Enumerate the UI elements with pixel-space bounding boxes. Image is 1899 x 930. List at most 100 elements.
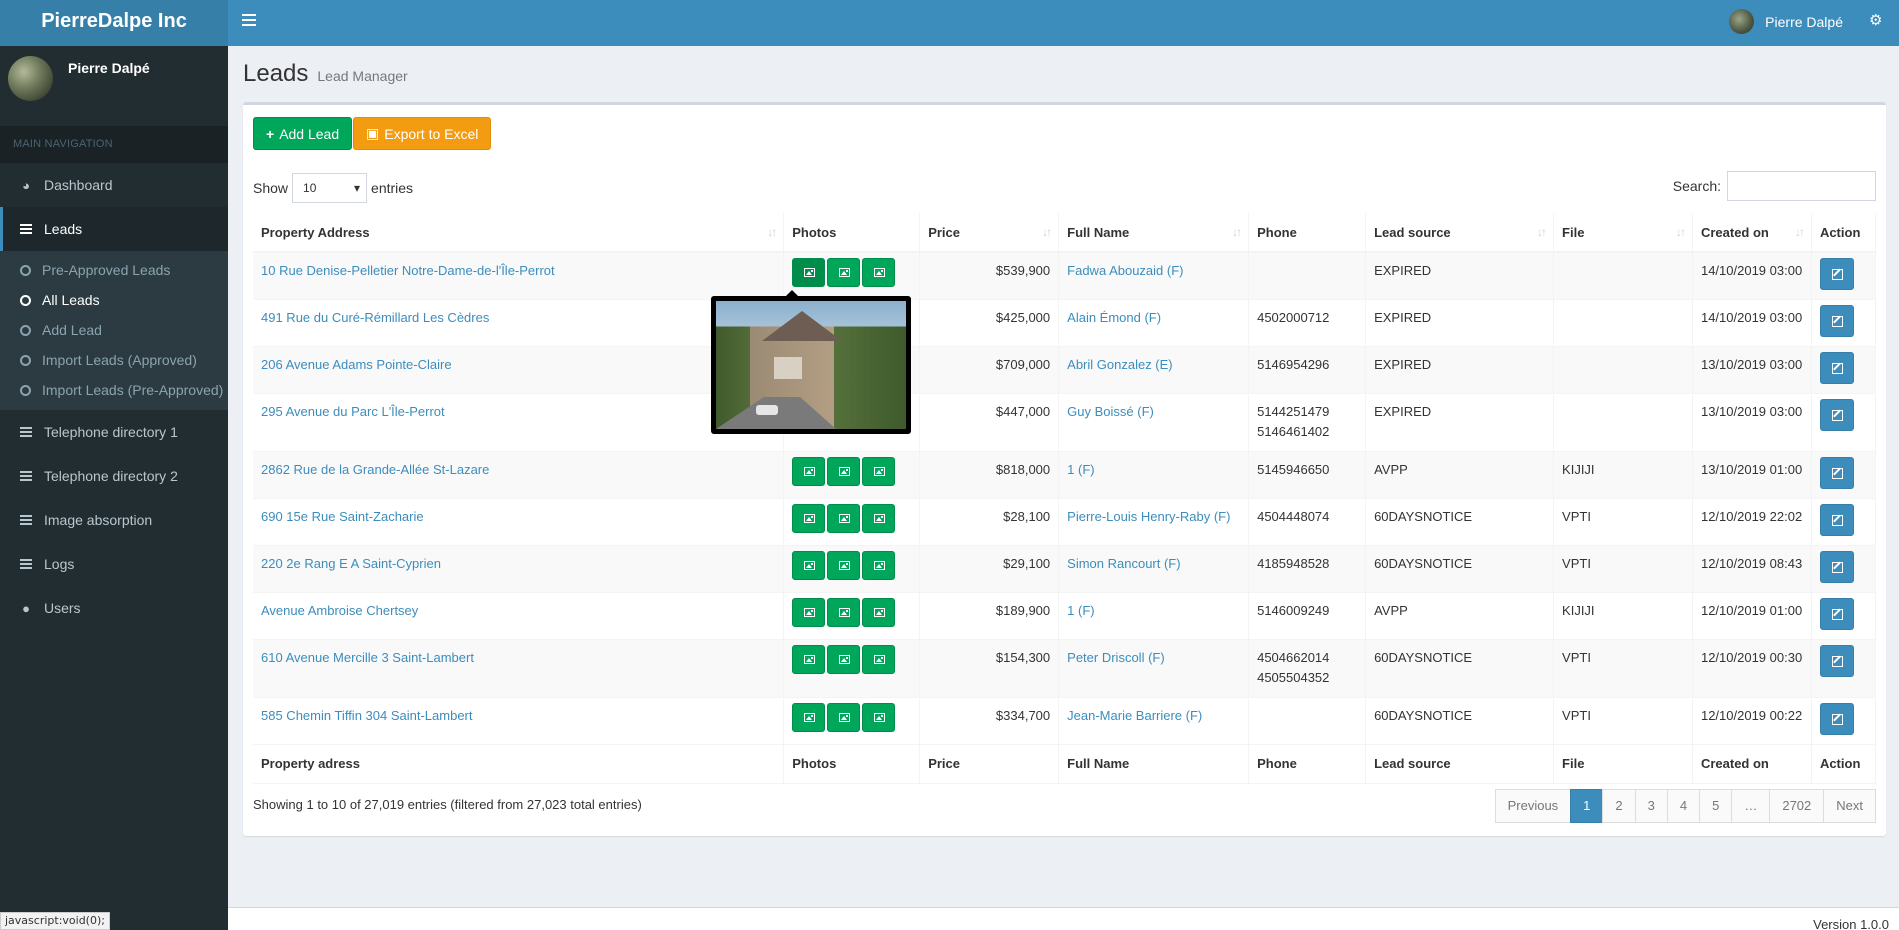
edit-button[interactable] xyxy=(1819,351,1854,384)
photo-button[interactable] xyxy=(827,456,861,486)
full-name-link[interactable]: Fadwa Abouzaid (F) xyxy=(1067,263,1183,278)
photo-button[interactable] xyxy=(862,644,896,674)
edit-button[interactable] xyxy=(1819,258,1854,290)
address-link[interactable]: 610 Avenue Mercille 3 Saint-Lambert xyxy=(261,650,474,665)
address-link[interactable]: 220 2e Rang E A Saint-Cyprien xyxy=(261,556,441,571)
sidebar-item-label: Image absorption xyxy=(44,512,153,528)
photo-button[interactable] xyxy=(792,503,826,533)
photo-button[interactable] xyxy=(792,644,826,674)
sidebar-toggle-icon[interactable] xyxy=(242,14,256,26)
edit-button[interactable] xyxy=(1819,550,1854,583)
sidebar-item-image-absorption[interactable]: Image absorption xyxy=(0,498,228,542)
photo-button[interactable] xyxy=(827,644,861,674)
cell-phone: 4504448074 xyxy=(1248,497,1367,545)
sidebar-item-telephone-directory-2[interactable]: Telephone directory 2 xyxy=(0,454,228,498)
full-name-link[interactable]: Peter Driscoll (F) xyxy=(1067,650,1165,665)
photo-button[interactable] xyxy=(862,456,896,486)
photo-button[interactable] xyxy=(827,597,861,627)
pagination-page[interactable]: … xyxy=(1731,789,1771,823)
brand-logo[interactable]: PierreDalpe Inc xyxy=(0,0,228,46)
full-name-link[interactable]: 1 (F) xyxy=(1067,603,1094,618)
photo-button[interactable] xyxy=(827,258,861,287)
edit-button[interactable] xyxy=(1819,398,1854,431)
cell-full-name: Alain Émond (F) xyxy=(1058,298,1250,346)
edit-button[interactable] xyxy=(1819,503,1854,536)
full-name-link[interactable]: Guy Boissé (F) xyxy=(1067,404,1154,419)
address-link[interactable]: Avenue Ambroise Chertsey xyxy=(261,603,418,618)
entries-select[interactable]: 10 xyxy=(292,173,368,203)
sidebar-subitem-pre-approved-leads[interactable]: Pre-Approved Leads xyxy=(0,255,228,285)
full-name-link[interactable]: Pierre-Louis Henry-Raby (F) xyxy=(1067,509,1230,524)
sidebar-item-leads[interactable]: Leads xyxy=(0,207,228,251)
edit-button[interactable] xyxy=(1819,597,1854,630)
sidebar-subitem-import-approved[interactable]: Import Leads (Approved) xyxy=(0,345,228,375)
add-lead-button[interactable]: + Add Lead xyxy=(253,117,353,150)
address-link[interactable]: 2862 Rue de la Grande-Allée St-Lazare xyxy=(261,462,489,477)
photo-button[interactable] xyxy=(862,597,896,627)
photo-button[interactable] xyxy=(827,503,861,533)
cell-file: KIJIJI xyxy=(1553,450,1693,498)
photo-button[interactable] xyxy=(792,456,826,486)
address-link[interactable]: 295 Avenue du Parc L'Île-Perrot xyxy=(261,404,445,419)
address-link[interactable]: 585 Chemin Tiffin 304 Saint-Lambert xyxy=(261,708,473,723)
address-link[interactable]: 690 15e Rue Saint-Zacharie xyxy=(261,509,424,524)
full-name-link[interactable]: Simon Rancourt (F) xyxy=(1067,556,1180,571)
pagination-page[interactable]: 4 xyxy=(1666,789,1701,823)
full-name-link[interactable]: Jean-Marie Barriere (F) xyxy=(1067,708,1202,723)
column-header-created-on[interactable]: Created on ↓↑ xyxy=(1692,213,1812,253)
image-icon xyxy=(839,607,851,617)
pagination-next[interactable]: Next xyxy=(1823,789,1876,823)
address-link[interactable]: 10 Rue Denise-Pelletier Notre-Dame-de-l'… xyxy=(261,263,555,278)
pagination-previous[interactable]: Previous xyxy=(1494,789,1572,823)
column-header-property-address[interactable]: Property Address ↓↑ xyxy=(253,213,785,253)
sidebar-subitem-add-lead[interactable]: Add Lead xyxy=(0,315,228,345)
sidebar-item-dashboard[interactable]: ◕ Dashboard xyxy=(0,163,228,207)
pagination-page[interactable]: 2702 xyxy=(1769,789,1825,823)
photo-button[interactable] xyxy=(862,258,896,287)
pagination-page[interactable]: 1 xyxy=(1570,789,1604,823)
address-link[interactable]: 206 Avenue Adams Pointe-Claire xyxy=(261,357,452,372)
dashboard-icon: ◕ xyxy=(22,177,30,193)
edit-button[interactable] xyxy=(1819,644,1854,677)
cell-lead-source: EXPIRED xyxy=(1365,345,1555,393)
edit-button[interactable] xyxy=(1819,702,1854,735)
sidebar-subitem-all-leads[interactable]: All Leads xyxy=(0,285,228,315)
pagination-page[interactable]: 5 xyxy=(1699,789,1733,823)
column-header-full-name[interactable]: Full Name ↓↑ xyxy=(1058,213,1250,253)
sidebar-subitem-import-pre-approved[interactable]: Import Leads (Pre-Approved) xyxy=(0,375,228,405)
full-name-link[interactable]: Alain Émond (F) xyxy=(1067,310,1161,325)
sidebar-item-users[interactable]: ● Users xyxy=(0,586,228,630)
gears-icon[interactable]: ⚙ xyxy=(1869,13,1885,29)
photo-button[interactable] xyxy=(827,702,861,732)
edit-icon xyxy=(1831,561,1843,573)
sidebar-item-telephone-directory-1[interactable]: Telephone directory 1 xyxy=(0,410,228,454)
full-name-link[interactable]: Abril Gonzalez (E) xyxy=(1067,357,1172,372)
column-header-file[interactable]: File ↓↑ xyxy=(1553,213,1693,253)
edit-icon xyxy=(1831,655,1843,667)
photo-button[interactable] xyxy=(792,702,826,732)
full-name-link[interactable]: 1 (F) xyxy=(1067,462,1094,477)
image-icon xyxy=(839,466,851,476)
address-link[interactable]: 491 Rue du Curé-Rémillard Les Cèdres xyxy=(261,310,489,325)
edit-button[interactable] xyxy=(1819,456,1854,489)
photo-button[interactable] xyxy=(792,597,826,627)
sidebar-item-logs[interactable]: Logs xyxy=(0,542,228,586)
pagination-page[interactable]: 3 xyxy=(1634,789,1668,823)
photo-button[interactable] xyxy=(792,550,826,580)
photo-button[interactable] xyxy=(862,503,896,533)
sidebar-subitem-label: Import Leads (Pre-Approved) xyxy=(42,382,224,398)
user-menu[interactable]: Pierre Dalpé xyxy=(1729,9,1843,34)
sidebar-subitem-label: Add Lead xyxy=(42,322,102,338)
column-header-price[interactable]: Price ↓↑ xyxy=(919,213,1060,253)
menu-icon xyxy=(18,557,34,572)
export-excel-button[interactable]: ▣ Export to Excel xyxy=(353,117,492,150)
photo-button[interactable] xyxy=(792,258,826,287)
search-input[interactable] xyxy=(1727,171,1876,201)
photo-button[interactable] xyxy=(862,550,896,580)
photo-button[interactable] xyxy=(827,550,861,580)
show-entries: Show 10 entries xyxy=(253,173,413,203)
photo-button[interactable] xyxy=(862,702,896,732)
column-header-lead-source[interactable]: Lead source ↓↑ xyxy=(1365,213,1555,253)
edit-button[interactable] xyxy=(1819,304,1854,337)
pagination-page[interactable]: 2 xyxy=(1602,789,1636,823)
